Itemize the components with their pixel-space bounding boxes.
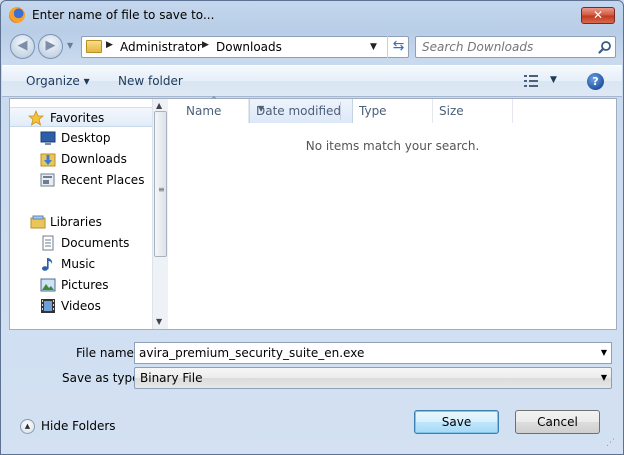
save-as-type-value: Binary File [140,371,203,385]
file-name-input[interactable] [139,346,589,360]
scroll-thumb[interactable]: ≡ [154,111,167,257]
sidebar-item-libraries[interactable]: Libraries [10,212,152,232]
new-folder-button[interactable]: New folder [118,74,183,88]
close-button[interactable]: ✕ [581,7,615,24]
refresh-button[interactable]: ⇆ [387,36,409,58]
videos-icon [41,299,55,313]
scroll-up-icon[interactable]: ▲ [156,101,162,110]
column-header-date-modified[interactable]: Date modified ▼ [249,99,353,123]
file-list-pane: ^ Name Date modified ▼ Type Size No item… [169,96,616,329]
sort-ascending-icon: ^ [211,96,217,104]
music-note-icon [42,258,53,271]
pictures-icon [40,278,56,292]
navigation-pane: Favorites Desktop Downloads Recent Place… [10,99,152,329]
column-header-size[interactable]: Size [433,99,513,123]
address-bar[interactable]: ▶ Administrator ▶ Downloads ▼ [81,36,409,58]
sidebar-item-pictures[interactable]: Pictures [10,275,152,295]
sidebar-item-favorites[interactable]: Favorites [10,107,152,127]
sidebar-item-label: Videos [61,299,101,313]
libraries-icon [30,215,46,229]
resize-grip-icon[interactable]: ⋰ [606,438,615,448]
sidebar-item-label: Libraries [50,215,102,229]
command-bar: Organize ▾ New folder ▼ ? [2,65,622,97]
breadcrumb-downloads[interactable]: Downloads [216,40,282,54]
recent-places-icon [40,173,55,187]
column-filter-icon[interactable]: ▼ [258,104,264,113]
sidebar-item-label: Desktop [61,131,111,145]
search-input[interactable] [422,40,592,54]
save-button[interactable]: Save [414,410,499,434]
forward-button[interactable]: ▶ [38,34,63,59]
sidebar-item-documents[interactable]: Documents [10,233,152,253]
downloads-folder-icon [40,153,56,167]
chevron-down-icon[interactable]: ▼ [601,348,607,357]
column-header-label: Name [186,104,222,118]
breadcrumb-administrator[interactable]: Administrator [120,40,202,54]
file-name-combobox[interactable]: ▼ [134,342,612,364]
sidebar-item-downloads[interactable]: Downloads [10,149,152,169]
dialog-title: Enter name of file to save to... [32,8,215,22]
column-header-label: Type [359,104,387,118]
view-options-dropdown[interactable]: ▼ [550,75,557,85]
sidebar-item-label: Pictures [61,278,109,292]
column-header-label: Size [439,104,464,118]
cancel-button[interactable]: Cancel [515,410,600,434]
grip-icon: ≡ [158,185,165,194]
organize-button[interactable]: Organize ▾ [26,74,90,88]
breadcrumb-arrow-icon[interactable]: ▶ [106,40,113,50]
sidebar-item-label: Recent Places [61,173,145,187]
scroll-down-icon[interactable]: ▼ [156,317,162,326]
file-name-label: File name: [76,346,138,360]
back-button[interactable]: ◀ [10,34,35,59]
desktop-icon [40,131,56,145]
empty-list-message: No items match your search. [305,139,480,153]
firefox-icon [9,7,25,23]
sidebar-item-label: Music [61,257,96,271]
sidebar-item-music[interactable]: Music [10,254,152,274]
browser-area: Favorites Desktop Downloads Recent Place… [9,96,617,330]
search-box[interactable] [415,36,616,58]
help-icon[interactable]: ? [587,73,604,90]
change-view-icon[interactable] [524,75,538,87]
search-icon[interactable] [598,40,612,54]
sidebar-item-label: Downloads [61,152,127,166]
sidebar-item-label: Documents [61,236,130,250]
sidebar-item-label: Favorites [50,111,105,125]
column-divider [340,102,341,120]
chevron-down-icon[interactable]: ▼ [601,373,607,382]
column-header-type[interactable]: Type [353,99,433,123]
column-header-name[interactable]: ^ Name [177,96,249,123]
documents-icon [42,235,54,251]
sidebar-item-videos[interactable]: Videos [10,296,152,316]
hide-folders-button[interactable]: Hide Folders [41,419,116,433]
breadcrumb-arrow-icon[interactable]: ▶ [202,40,209,50]
title-bar: Enter name of file to save to... ✕ [1,1,623,29]
folder-icon [86,40,102,53]
sidebar-item-desktop[interactable]: Desktop [10,128,152,148]
recent-locations-dropdown[interactable]: ▼ [67,41,73,50]
column-header-label: Date modified [256,104,342,118]
save-as-type-label: Save as type: [62,371,144,385]
sidebar-item-recent-places[interactable]: Recent Places [10,170,152,190]
hide-folders-icon[interactable]: ▲ [20,419,35,434]
save-file-dialog: Enter name of file to save to... ✕ ◀ ▶ ▼… [0,0,624,455]
star-icon [28,110,44,126]
navigation-scrollbar[interactable]: ▲ ≡ ▼ [152,99,168,329]
address-dropdown-icon[interactable]: ▼ [370,42,377,52]
save-as-type-select[interactable]: Binary File ▼ [134,367,612,389]
